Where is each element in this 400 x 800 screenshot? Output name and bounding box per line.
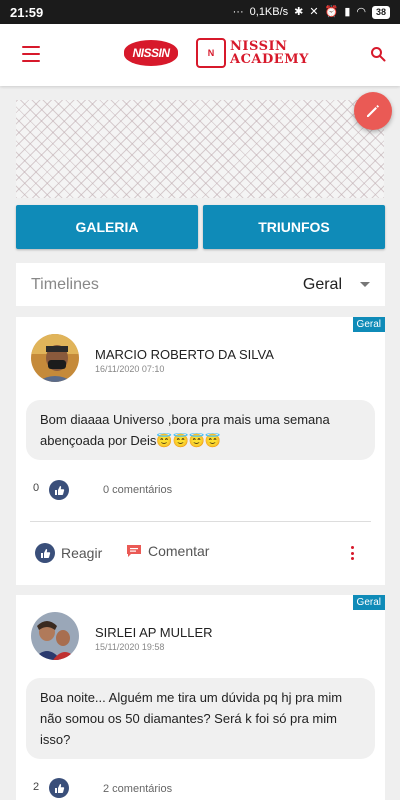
- create-post-button[interactable]: [354, 92, 392, 130]
- academy-line2: ACADEMY: [230, 52, 309, 67]
- triunfos-button[interactable]: TRIUNFOS: [203, 205, 385, 249]
- nissin-logo: NISSIN: [124, 40, 178, 66]
- search-icon[interactable]: [370, 46, 386, 62]
- react-button[interactable]: Reagir: [35, 543, 102, 563]
- status-time: 21:59: [10, 4, 44, 20]
- comment-label: Comentar: [148, 543, 210, 559]
- post-text: Boa noite... Alguém me tira um dúvida pq…: [26, 678, 375, 759]
- timeline-filter: Timelines Geral: [16, 263, 385, 306]
- timeline-label: Timelines: [31, 275, 99, 293]
- post-card: Geral SIRLEI AP MULLER 15/11/2020 19:58 …: [16, 595, 385, 800]
- post-category-badge: Geral: [352, 595, 385, 610]
- thumbs-up-icon: [35, 543, 55, 563]
- post-date: 15/11/2020 19:58: [95, 642, 165, 652]
- comments-count-link[interactable]: 0 comentários: [103, 484, 172, 496]
- likes-count: 0: [33, 482, 40, 494]
- post-divider: [30, 521, 371, 522]
- battery-indicator: 38: [371, 5, 390, 19]
- post-card: Geral MARCIO ROBERTO DA SILVA 16/11/2020…: [16, 317, 385, 585]
- avatar[interactable]: [31, 334, 79, 382]
- thumbs-up-icon[interactable]: [49, 778, 69, 798]
- galeria-button[interactable]: GALERIA: [16, 205, 198, 249]
- timeline-dropdown[interactable]: Geral: [303, 276, 370, 294]
- timeline-selected-value: Geral: [302, 275, 342, 293]
- post-text: Bom diaaaa Universo ,bora pra mais uma s…: [26, 400, 375, 460]
- academy-emblem-icon: N: [196, 38, 226, 68]
- status-bar: 21:59 ··· 0,1KB/s ✱ ✕ ⏰ ▮ ◠ 38: [0, 0, 400, 24]
- react-label: Reagir: [61, 545, 103, 561]
- comment-button[interactable]: Comentar: [126, 543, 209, 559]
- nissin-academy-logo: N NISSIN ACADEMY: [196, 38, 309, 68]
- alarm-icon: ⏰: [324, 5, 339, 18]
- network-speed: 0,1KB/s: [249, 6, 289, 18]
- thumbs-up-icon[interactable]: [49, 480, 69, 500]
- banner-pattern: [16, 100, 384, 198]
- bluetooth-icon: ✱: [294, 5, 304, 18]
- likes-count: 2: [33, 781, 40, 793]
- more-notifications-icon: ···: [232, 5, 244, 18]
- pencil-icon: [367, 105, 379, 117]
- post-category-badge: Geral: [352, 317, 385, 332]
- app-header: NISSIN N NISSIN ACADEMY: [0, 24, 400, 86]
- post-author: MARCIO ROBERTO DA SILVA: [95, 347, 274, 362]
- post-date: 16/11/2020 07:10: [95, 364, 165, 374]
- more-options-icon[interactable]: [346, 543, 358, 563]
- chevron-down-icon: [360, 282, 370, 287]
- wifi-icon: ◠: [356, 5, 366, 18]
- status-icons: ··· 0,1KB/s ✱ ✕ ⏰ ▮ ◠ 38: [232, 5, 390, 19]
- academy-wordmark: NISSIN ACADEMY: [230, 40, 309, 66]
- comment-icon: [127, 545, 141, 557]
- menu-icon[interactable]: [22, 46, 40, 62]
- mute-icon: ✕: [309, 5, 319, 18]
- comments-count-link[interactable]: 2 comentários: [103, 783, 172, 795]
- signal-icon: ▮: [344, 5, 351, 18]
- post-author: SIRLEI AP MULLER: [95, 625, 213, 640]
- avatar[interactable]: [31, 612, 79, 660]
